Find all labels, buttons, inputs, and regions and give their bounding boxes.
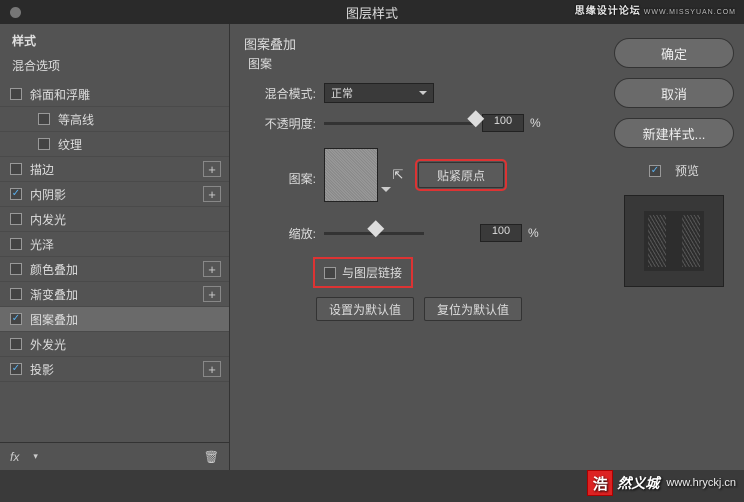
style-checkbox[interactable] — [10, 188, 22, 200]
style-label: 投影 — [30, 361, 54, 378]
style-row-描边[interactable]: 描边 + — [0, 157, 229, 182]
blend-mode-select[interactable]: 正常 — [324, 83, 434, 103]
sidebar-blending-options[interactable]: 混合选项 — [0, 53, 229, 82]
add-effect-button[interactable]: + — [203, 186, 221, 202]
pattern-swatch[interactable] — [324, 148, 378, 202]
fx-menu-chevron-icon[interactable]: ▾ — [33, 451, 38, 462]
style-row-光泽[interactable]: 光泽 — [0, 232, 229, 257]
scale-label: 缩放: — [244, 225, 324, 242]
style-checkbox[interactable] — [38, 138, 50, 150]
style-checkbox[interactable] — [10, 238, 22, 250]
style-checkbox[interactable] — [10, 313, 22, 325]
style-label: 内阴影 — [30, 186, 66, 203]
style-row-内阴影[interactable]: 内阴影 + — [0, 182, 229, 207]
dialog-title: 图层样式 — [346, 3, 398, 22]
style-label: 外发光 — [30, 336, 66, 353]
style-row-投影[interactable]: 投影 + — [0, 357, 229, 382]
sidebar: 样式 混合选项 斜面和浮雕等高线纹理描边 + 内阴影 + 内发光光泽颜色叠加 + 渐变叠加 +… — [0, 24, 230, 470]
trash-icon[interactable]: 🗑 — [204, 450, 219, 464]
style-label: 斜面和浮雕 — [30, 86, 90, 103]
link-with-layer-label: 与图层链接 — [342, 264, 402, 281]
style-label: 渐变叠加 — [30, 286, 78, 303]
new-style-button[interactable]: 新建样式... — [614, 118, 734, 148]
sidebar-header: 样式 — [0, 24, 229, 53]
scale-value[interactable]: 100 — [480, 224, 522, 242]
add-effect-button[interactable]: + — [203, 286, 221, 302]
fx-icon[interactable]: fx — [10, 450, 19, 464]
opacity-label: 不透明度: — [244, 115, 324, 132]
blend-mode-label: 混合模式: — [244, 85, 324, 102]
style-label: 等高线 — [58, 111, 94, 128]
style-label: 颜色叠加 — [30, 261, 78, 278]
style-row-渐变叠加[interactable]: 渐变叠加 + — [0, 282, 229, 307]
pattern-dropdown-icon[interactable] — [381, 187, 391, 197]
style-checkbox[interactable] — [10, 363, 22, 375]
style-checkbox[interactable] — [10, 263, 22, 275]
link-with-layer-checkbox[interactable]: 与图层链接 — [316, 260, 410, 285]
style-list: 斜面和浮雕等高线纹理描边 + 内阴影 + 内发光光泽颜色叠加 + 渐变叠加 + 图案叠加外发光投… — [0, 82, 229, 442]
preview-box — [624, 195, 724, 287]
style-checkbox[interactable] — [10, 213, 22, 225]
section-sub: 图案 — [244, 55, 590, 72]
close-dot[interactable] — [10, 7, 21, 18]
style-checkbox[interactable] — [10, 288, 22, 300]
snap-origin-button[interactable]: 贴紧原点 — [418, 162, 504, 188]
sidebar-footer: fx ▾ 🗑 — [0, 442, 229, 470]
style-checkbox[interactable] — [10, 338, 22, 350]
style-row-斜面和浮雕[interactable]: 斜面和浮雕 — [0, 82, 229, 107]
style-label: 纹理 — [58, 136, 82, 153]
add-effect-button[interactable]: + — [203, 361, 221, 377]
opacity-slider[interactable] — [324, 122, 474, 125]
reset-default-button[interactable]: 复位为默认值 — [424, 297, 522, 321]
add-effect-button[interactable]: + — [203, 261, 221, 277]
style-row-图案叠加[interactable]: 图案叠加 — [0, 307, 229, 332]
make-default-button[interactable]: 设置为默认值 — [316, 297, 414, 321]
branding: 思缘设计论坛WWW.MISSYUAN.COM — [575, 2, 736, 17]
main-panel: 图案叠加 图案 混合模式: 正常 不透明度: 100 % 图案: ⇱ 贴紧原点 … — [230, 24, 604, 470]
scale-slider[interactable] — [324, 232, 424, 235]
style-row-外发光[interactable]: 外发光 — [0, 332, 229, 357]
style-label: 描边 — [30, 161, 54, 178]
opacity-value[interactable]: 100 — [482, 114, 524, 132]
watermark: 浩 然义城 www.hryckj.cn — [587, 470, 736, 496]
add-effect-button[interactable]: + — [203, 161, 221, 177]
style-checkbox[interactable] — [10, 88, 22, 100]
style-checkbox[interactable] — [10, 163, 22, 175]
style-row-内发光[interactable]: 内发光 — [0, 207, 229, 232]
snap-icon[interactable]: ⇱ — [390, 167, 406, 183]
style-row-等高线[interactable]: 等高线 — [0, 107, 229, 132]
style-checkbox[interactable] — [38, 113, 50, 125]
style-label: 内发光 — [30, 211, 66, 228]
style-row-颜色叠加[interactable]: 颜色叠加 + — [0, 257, 229, 282]
section-title: 图案叠加 — [244, 34, 590, 53]
style-row-纹理[interactable]: 纹理 — [0, 132, 229, 157]
percent-sign: % — [530, 116, 541, 130]
cancel-button[interactable]: 取消 — [614, 78, 734, 108]
pattern-label: 图案: — [244, 170, 324, 187]
right-panel: 确定 取消 新建样式... 预览 — [604, 24, 744, 470]
preview-checkbox[interactable]: 预览 — [614, 162, 734, 179]
dialog-body: 样式 混合选项 斜面和浮雕等高线纹理描边 + 内阴影 + 内发光光泽颜色叠加 + 渐变叠加 +… — [0, 24, 744, 470]
ok-button[interactable]: 确定 — [614, 38, 734, 68]
style-label: 光泽 — [30, 236, 54, 253]
preview-label: 预览 — [675, 162, 699, 179]
style-label: 图案叠加 — [30, 311, 78, 328]
